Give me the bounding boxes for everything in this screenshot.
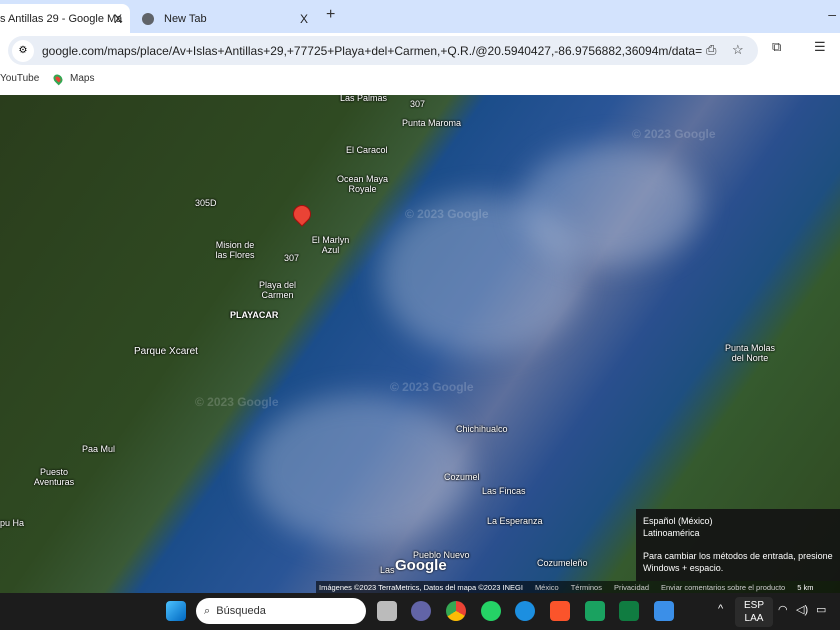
feedback-link[interactable]: Enviar comentarios sobre el producto (661, 583, 785, 592)
map-label[interactable]: Parque Xcaret (134, 347, 198, 357)
map-label[interactable]: Puesto Aventuras (30, 467, 78, 487)
edge-icon[interactable] (515, 601, 535, 621)
layout-code: LAA (744, 613, 764, 624)
road-label: 307 (410, 99, 426, 109)
close-tab-icon[interactable]: X (300, 12, 308, 26)
battery-icon[interactable]: ▭ (816, 603, 826, 616)
tab-google-maps[interactable]: s Antillas 29 - Google Ma X (0, 4, 130, 33)
wifi-icon[interactable]: ◠ (778, 603, 788, 616)
url-text[interactable]: google.com/maps/place/Av+Islas+Antillas+… (42, 44, 702, 58)
chrome-icon[interactable] (446, 601, 466, 621)
ime-language: Español (México) (643, 516, 713, 526)
map-label[interactable]: Las Fincas (482, 486, 526, 496)
app-icon[interactable] (585, 601, 605, 621)
map-label[interactable]: Chichihualco (456, 424, 508, 434)
road-label: 307 (284, 253, 300, 263)
tab-title: New Tab (164, 12, 207, 25)
map-label[interactable]: Mision de las Flores (210, 240, 260, 260)
lang-code: ESP (743, 600, 764, 611)
photos-icon[interactable] (654, 601, 674, 621)
volume-icon[interactable]: ◁) (796, 603, 808, 616)
terms-link[interactable]: Términos (571, 583, 602, 592)
map-label[interactable]: Cozumeleño (537, 558, 588, 568)
road-label: 305D (195, 198, 217, 208)
attribution-text: Imágenes ©2023 TerraMetrics, Datos del m… (319, 582, 523, 592)
reading-list-icon[interactable]: ☰ (814, 39, 826, 55)
new-tab-button[interactable]: + (326, 6, 335, 24)
tab-bar: s Antillas 29 - Google Ma X New Tab X + – (0, 0, 840, 33)
map-attribution: Imágenes ©2023 TerraMetrics, Datos del m… (316, 581, 840, 593)
taskbar: ⌕ Búsqueda ^ ESP LAA ◠ ◁) ▭ (0, 593, 840, 630)
bookmark-maps[interactable]: Maps (51, 72, 95, 85)
minimize-button[interactable]: – (828, 6, 836, 22)
whatsapp-icon[interactable] (481, 601, 501, 621)
privacy-link[interactable]: Privacidad (614, 583, 649, 592)
location-pin-icon[interactable] (289, 201, 315, 227)
bookmark-youtube[interactable]: YouTube (0, 73, 39, 84)
bookmark-label: YouTube (0, 73, 40, 84)
toolbar: ⚙ google.com/maps/place/Av+Islas+Antilla… (0, 33, 840, 66)
bookmarks-bar: YouTube Maps (0, 66, 840, 95)
windows-start-icon[interactable] (166, 601, 186, 621)
map-label[interactable]: Las (380, 565, 395, 575)
map-label[interactable]: Paa Mul (82, 444, 115, 454)
region-link[interactable]: México (535, 583, 559, 592)
maps-pin-icon (51, 72, 65, 85)
tray-overflow-icon[interactable]: ^ (718, 603, 723, 615)
map-label[interactable]: PLAYACAR (230, 310, 278, 320)
globe-icon (142, 12, 154, 25)
watermark: © 2023 Google (195, 395, 279, 409)
site-settings-icon[interactable]: ⚙ (12, 39, 34, 62)
map-label[interactable]: Punta Molas del Norte (722, 343, 778, 363)
install-app-icon[interactable]: ⎙ (706, 42, 716, 58)
watermark: © 2023 Google (390, 380, 474, 394)
brave-icon[interactable] (550, 601, 570, 621)
scale-label[interactable]: 5 km (797, 583, 813, 592)
tab-new-tab[interactable]: New Tab X (136, 4, 316, 33)
map-label[interactable]: pu Ha (0, 518, 24, 528)
map-label[interactable]: Las Palmas (340, 95, 387, 103)
tab-title: s Antillas 29 - Google Ma (0, 12, 123, 25)
address-bar[interactable]: ⚙ google.com/maps/place/Av+Islas+Antilla… (8, 36, 758, 65)
map-label[interactable]: El Marlyn Azul (308, 235, 353, 255)
ime-layout: Latinoamérica (643, 528, 700, 538)
close-tab-icon[interactable]: X (114, 12, 122, 26)
extensions-icon[interactable]: ⧉ (772, 39, 781, 55)
bookmark-label: Maps (70, 73, 95, 84)
search-placeholder: Búsqueda (216, 605, 266, 617)
ime-hint: Para cambiar los métodos de entrada, pre… (643, 551, 833, 573)
bookmark-star-icon[interactable]: ☆ (732, 42, 744, 58)
map-label[interactable]: El Caracol (346, 145, 388, 155)
watermark: © 2023 Google (405, 207, 489, 221)
search-icon: ⌕ (204, 604, 217, 617)
map-label[interactable]: Cozumel (444, 472, 480, 482)
input-method-popup: Español (México) Latinoamérica Para camb… (636, 509, 840, 581)
satellite-map[interactable]: © 2023 Google © 2023 Google © 2023 Googl… (0, 95, 840, 593)
language-indicator[interactable]: ESP LAA (735, 597, 773, 627)
map-label[interactable]: Punta Maroma (402, 118, 461, 128)
map-label[interactable]: La Esperanza (487, 516, 543, 526)
google-logo: Google (395, 557, 447, 574)
watermark: © 2023 Google (632, 127, 716, 141)
teams-icon[interactable] (411, 601, 431, 621)
excel-icon[interactable] (619, 601, 639, 621)
task-view-icon[interactable] (377, 601, 397, 621)
map-label[interactable]: Ocean Maya Royale (335, 174, 390, 194)
map-label[interactable]: Playa del Carmen (255, 280, 300, 300)
taskbar-search[interactable]: ⌕ Búsqueda (196, 598, 366, 624)
